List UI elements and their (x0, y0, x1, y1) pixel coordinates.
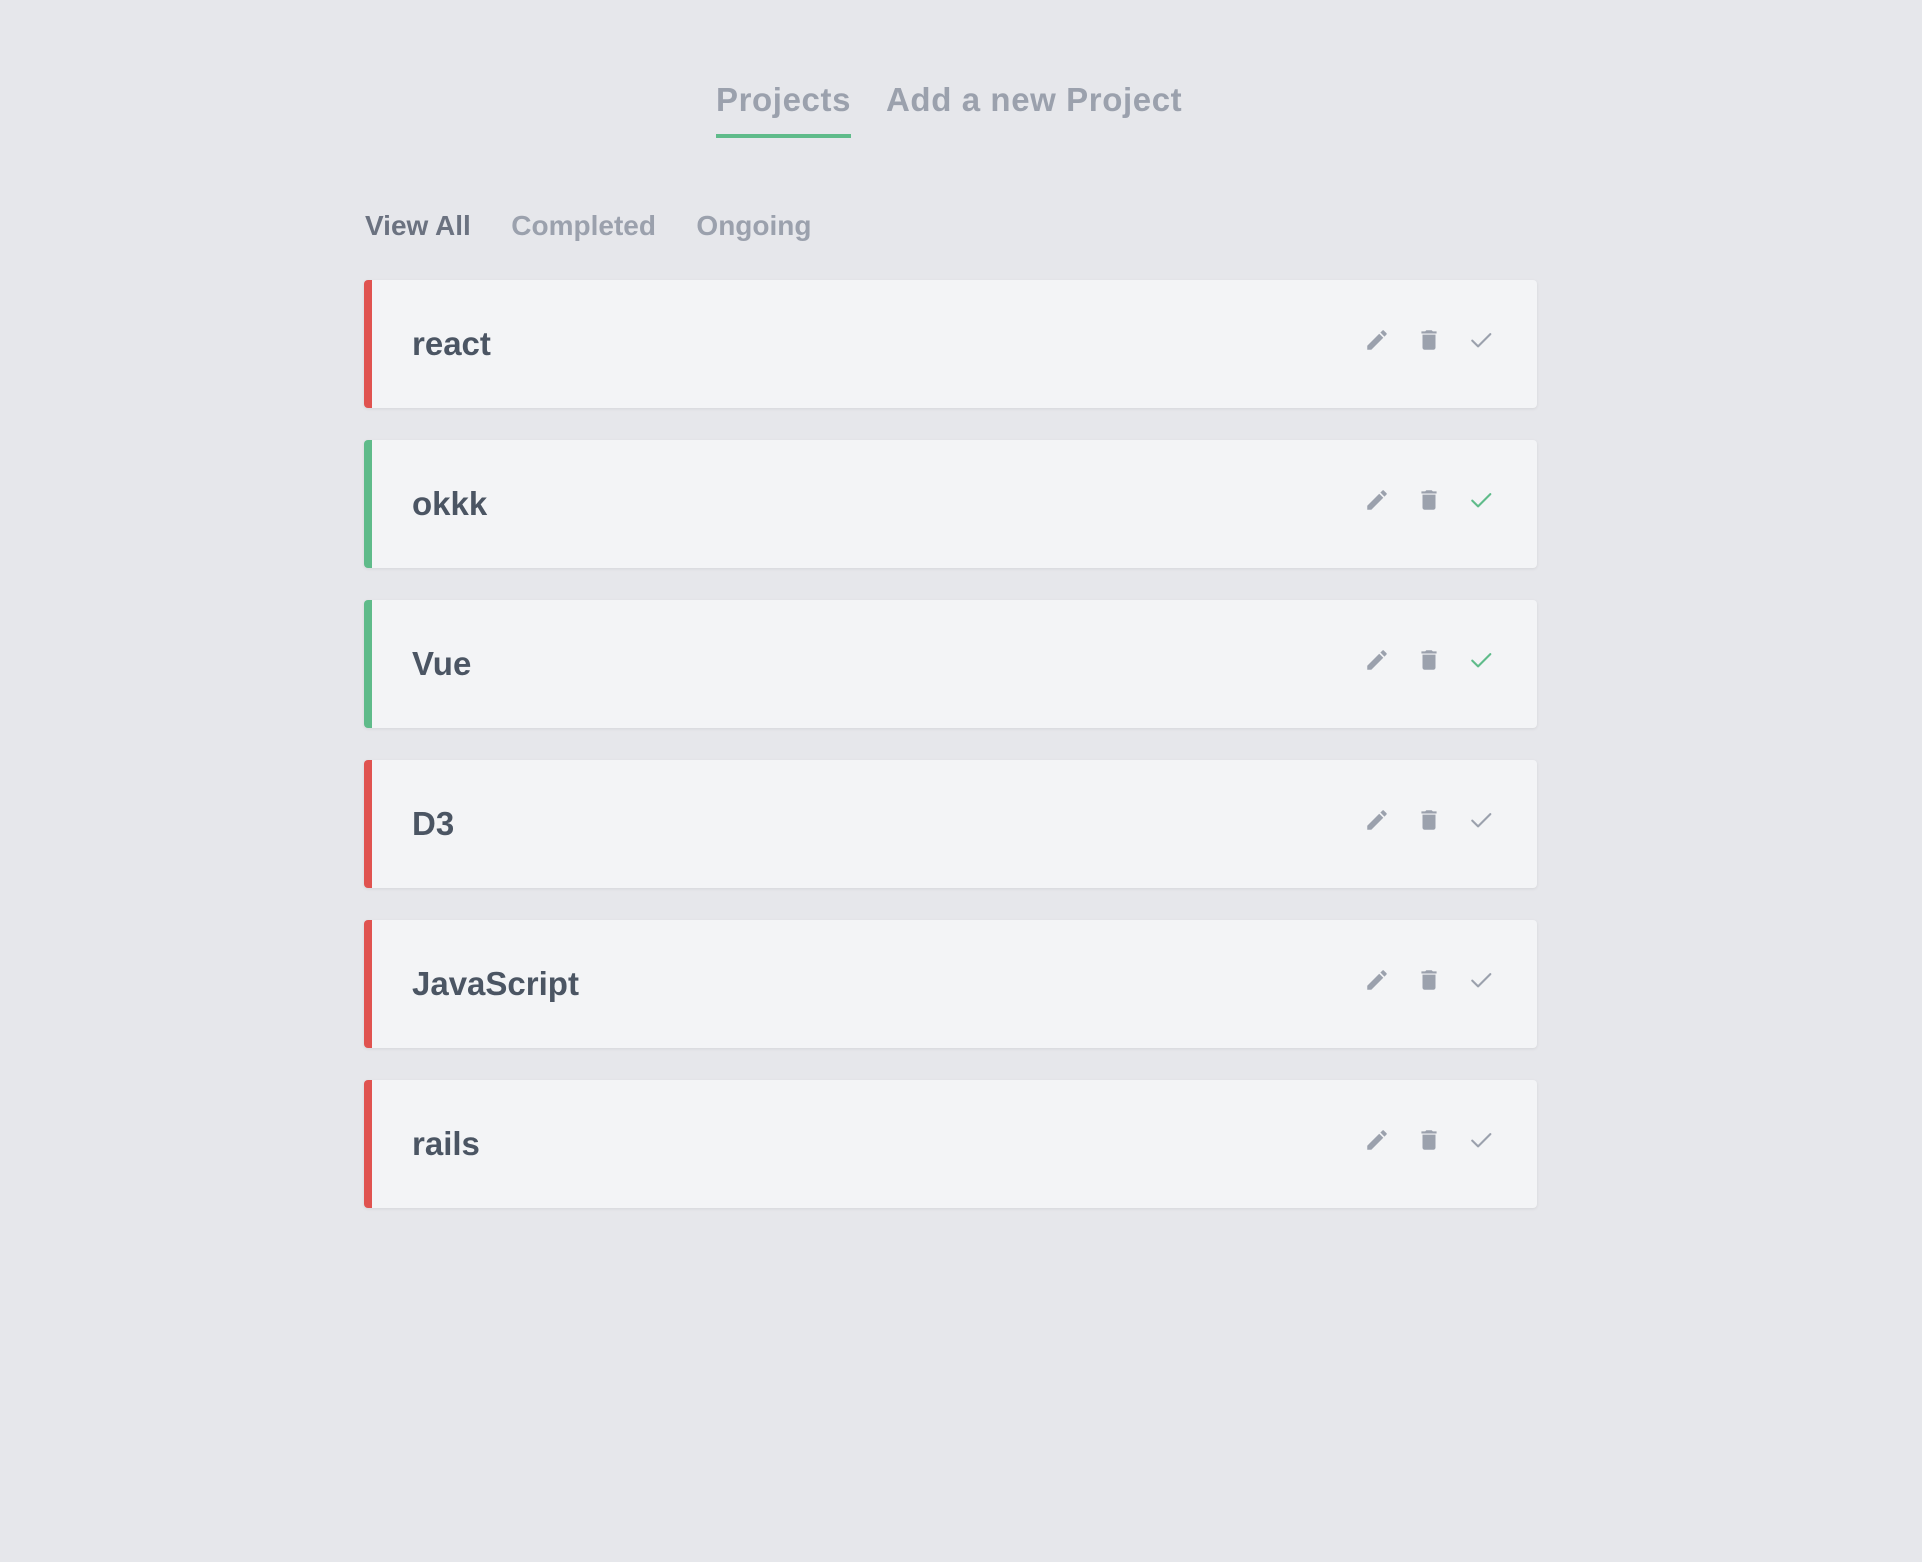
filter-completed[interactable]: Completed (511, 208, 656, 244)
project-title: rails (412, 1125, 480, 1162)
trash-icon (1421, 970, 1437, 990)
mark-complete-button[interactable] (1465, 644, 1497, 676)
project-actions (1341, 484, 1497, 516)
project-title: Vue (412, 645, 472, 682)
trash-icon (1421, 330, 1437, 350)
delete-button[interactable] (1413, 324, 1445, 356)
project-actions (1341, 804, 1497, 836)
trash-icon (1421, 810, 1437, 830)
project-title: D3 (412, 805, 455, 842)
project-card-react: react (364, 280, 1537, 408)
delete-button[interactable] (1413, 484, 1445, 516)
pencil-icon (1367, 970, 1387, 990)
check-icon (1471, 493, 1492, 508)
tab-add-new-project[interactable]: Add a new Project (886, 78, 1182, 122)
edit-button[interactable] (1361, 964, 1393, 996)
mark-complete-button[interactable] (1465, 484, 1497, 516)
trash-icon (1421, 650, 1437, 670)
delete-button[interactable] (1413, 644, 1445, 676)
project-card-okkk: okkk (364, 440, 1537, 568)
check-icon (1471, 1133, 1492, 1148)
project-actions (1341, 964, 1497, 996)
check-icon (1471, 813, 1492, 828)
check-icon (1471, 653, 1492, 668)
project-title: JavaScript (412, 965, 579, 1002)
project-actions (1341, 324, 1497, 356)
project-list: react okkk Vue D3 JavaScript rails (364, 280, 1537, 1240)
edit-button[interactable] (1361, 484, 1393, 516)
project-card-javascript: JavaScript (364, 920, 1537, 1048)
edit-button[interactable] (1361, 804, 1393, 836)
mark-complete-button[interactable] (1465, 964, 1497, 996)
project-card-rails: rails (364, 1080, 1537, 1208)
filter-view-all[interactable]: View All (365, 208, 471, 244)
check-icon (1471, 973, 1492, 988)
filter-ongoing[interactable]: Ongoing (696, 208, 811, 244)
mark-complete-button[interactable] (1465, 804, 1497, 836)
project-actions (1341, 1124, 1497, 1156)
top-navigation: Projects Add a new Project (0, 78, 1922, 138)
pencil-icon (1367, 330, 1387, 350)
pencil-icon (1367, 1130, 1387, 1150)
mark-complete-button[interactable] (1465, 324, 1497, 356)
check-icon (1471, 333, 1492, 348)
pencil-icon (1367, 650, 1387, 670)
trash-icon (1421, 490, 1437, 510)
project-actions (1341, 644, 1497, 676)
project-title: react (412, 325, 491, 362)
edit-button[interactable] (1361, 1124, 1393, 1156)
tab-projects[interactable]: Projects (716, 78, 852, 138)
mark-complete-button[interactable] (1465, 1124, 1497, 1156)
project-filters: View All Completed Ongoing (365, 208, 848, 244)
project-card-d3: D3 (364, 760, 1537, 888)
delete-button[interactable] (1413, 964, 1445, 996)
trash-icon (1421, 1130, 1437, 1150)
project-title: okkk (412, 485, 488, 522)
edit-button[interactable] (1361, 324, 1393, 356)
pencil-icon (1367, 810, 1387, 830)
project-card-vue: Vue (364, 600, 1537, 728)
edit-button[interactable] (1361, 644, 1393, 676)
delete-button[interactable] (1413, 1124, 1445, 1156)
delete-button[interactable] (1413, 804, 1445, 836)
pencil-icon (1367, 490, 1387, 510)
